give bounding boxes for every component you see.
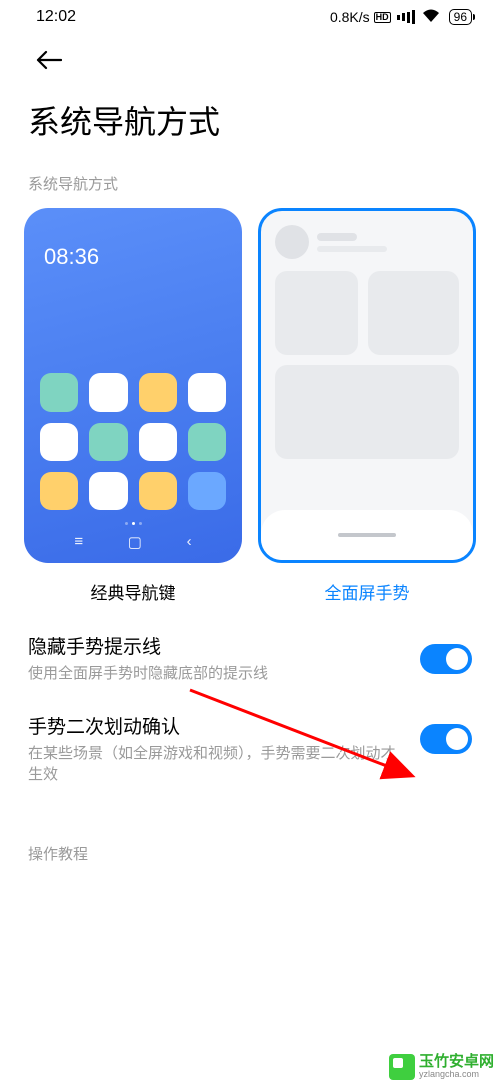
menu-nav-icon: ≡ (74, 533, 83, 551)
setting-hide-hint-line: 隐藏手势提示线 使用全面屏手势时隐藏底部的提示线 (0, 604, 500, 684)
gesture-preview (258, 208, 476, 563)
setting-desc: 在某些场景（如全屏游戏和视频），手势需要二次划动才生效 (28, 743, 408, 785)
navigation-options: 08:36 ≡ ▢ ‹ (0, 208, 500, 604)
back-nav-icon: ‹ (187, 533, 192, 551)
option-fullscreen-gesture[interactable]: 全面屏手势 (258, 208, 476, 604)
hd-icon: HD (374, 12, 391, 23)
app-icon (89, 373, 127, 411)
home-nav-icon: ▢ (128, 533, 142, 551)
app-icon (40, 423, 78, 461)
status-time: 12:02 (36, 8, 76, 26)
tutorial-label: 操作教程 (0, 785, 500, 864)
battery-icon: 96 (449, 9, 472, 25)
classic-preview: 08:36 ≡ ▢ ‹ (24, 208, 242, 563)
home-indicator (338, 533, 396, 537)
nav-buttons-preview: ≡ ▢ ‹ (40, 529, 226, 551)
app-icon (139, 373, 177, 411)
preview-content-blocks (275, 271, 459, 459)
setting-title: 手势二次划动确认 (28, 712, 408, 739)
app-icon (188, 472, 226, 510)
app-icon (188, 373, 226, 411)
net-speed: 0.8K/s (330, 9, 370, 25)
preview-app-grid (40, 373, 226, 510)
option-label-classic: 经典导航键 (91, 579, 176, 604)
preview-header (275, 225, 459, 259)
status-right: 0.8K/s HD 96 (330, 9, 472, 26)
watermark-url: yzlangcha.com (419, 1070, 494, 1080)
app-icon (139, 472, 177, 510)
toggle-hide-hint[interactable] (420, 644, 472, 674)
page-dots (40, 522, 226, 525)
arrow-left-icon (36, 50, 62, 70)
signal-icon (397, 10, 416, 24)
avatar-placeholder (275, 225, 309, 259)
app-icon (188, 423, 226, 461)
app-icon (89, 423, 127, 461)
toggle-confirm-swipe[interactable] (420, 724, 472, 754)
setting-title: 隐藏手势提示线 (28, 632, 408, 659)
app-icon (40, 472, 78, 510)
app-icon (40, 373, 78, 411)
watermark-name: 玉竹安卓网 (419, 1054, 494, 1071)
section-label: 系统导航方式 (0, 151, 500, 208)
page-title: 系统导航方式 (0, 83, 500, 151)
app-icon (139, 423, 177, 461)
app-icon (89, 472, 127, 510)
option-label-gesture: 全面屏手势 (325, 579, 410, 604)
status-bar: 12:02 0.8K/s HD 96 (0, 0, 500, 32)
home-indicator-area (261, 510, 473, 560)
preview-clock: 08:36 (44, 244, 226, 270)
option-classic-nav[interactable]: 08:36 ≡ ▢ ‹ (24, 208, 242, 604)
watermark: 玉竹安卓网 yzlangcha.com (383, 1050, 500, 1084)
watermark-logo-icon (389, 1054, 415, 1080)
setting-desc: 使用全面屏手势时隐藏底部的提示线 (28, 663, 408, 684)
wifi-icon (422, 9, 440, 26)
setting-confirm-swipe: 手势二次划动确认 在某些场景（如全屏游戏和视频），手势需要二次划动才生效 (0, 684, 500, 785)
back-button[interactable] (0, 32, 500, 83)
